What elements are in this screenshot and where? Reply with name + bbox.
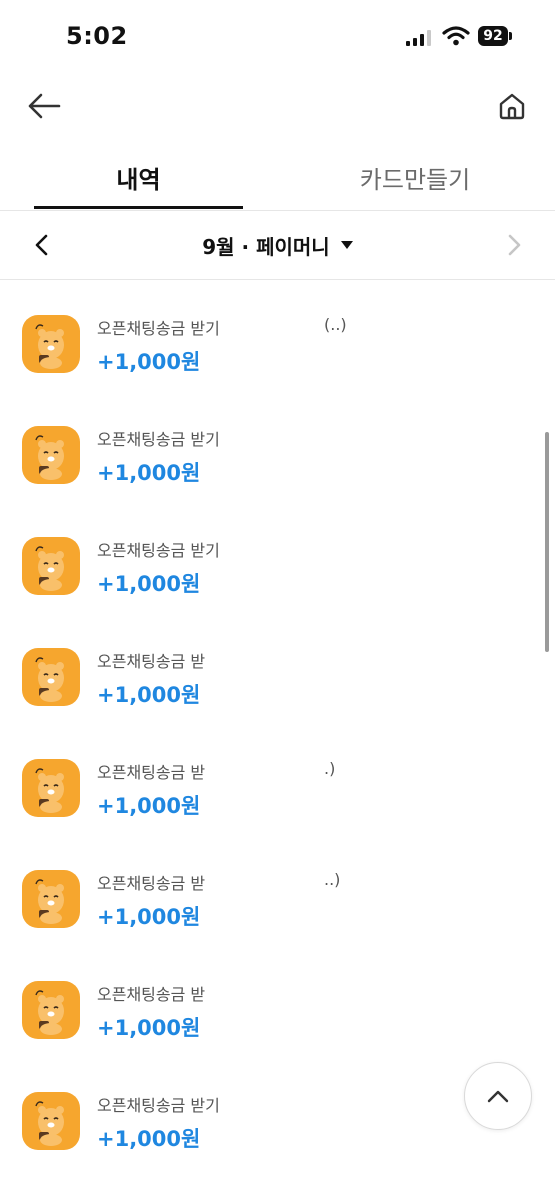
transaction-title: 오픈채팅송금 받기 [97, 319, 220, 338]
transaction-row[interactable]: 오픈채팅송금 받..) +1,000원 [0, 843, 540, 954]
transaction-title: 오픈채팅송금 받기 [97, 541, 220, 560]
transaction-row[interactable]: 오픈채팅송금 받기 (..) +1,000원 [0, 288, 540, 399]
ryan-character-icon [22, 648, 80, 706]
scrollbar[interactable] [545, 432, 549, 652]
transaction-title-suffix: (..) [324, 315, 347, 334]
transaction-title: 오픈채팅송금 받 [97, 652, 206, 671]
back-button[interactable] [22, 84, 66, 128]
ryan-character-icon [22, 759, 80, 817]
chevron-up-icon [487, 1090, 509, 1103]
month-label: 9월 · 페이머니 [202, 234, 330, 259]
top-nav [0, 74, 555, 138]
ryan-character-icon [22, 426, 80, 484]
transaction-amount: +1,000원 [97, 1127, 201, 1151]
transaction-row[interactable]: 오픈채팅송금 받.) +1,000원 [0, 732, 540, 843]
tab-make-card[interactable]: 카드만들기 [276, 146, 554, 208]
ryan-character-icon [22, 870, 80, 928]
home-button[interactable] [490, 84, 534, 128]
transaction-row[interactable]: 오픈채팅송금 받 +1,000원 [0, 954, 540, 1065]
transaction-row[interactable]: 오픈채팅송금 받기 +1,000원 [0, 1065, 540, 1176]
transaction-amount: +1,000원 [97, 683, 201, 707]
transaction-title: 오픈채팅송금 받기 [97, 1096, 220, 1115]
transaction-amount: +1,000원 [97, 572, 201, 596]
prev-month-button[interactable] [22, 225, 62, 265]
transaction-title-suffix: .) [324, 759, 336, 778]
ryan-character-icon [22, 981, 80, 1039]
transaction-amount: +1,000원 [97, 461, 201, 485]
transaction-amount: +1,000원 [97, 1016, 201, 1040]
month-selector-bar: 9월 · 페이머니 [0, 210, 555, 280]
wifi-icon [442, 26, 470, 46]
chevron-left-icon [35, 234, 48, 256]
signal-icon [406, 30, 431, 46]
tab-history[interactable]: 내역 [34, 146, 243, 208]
transaction-amount: +1,000원 [97, 794, 201, 818]
home-icon [499, 93, 525, 120]
transaction-amount: +1,000원 [97, 350, 201, 374]
transaction-amount: +1,000원 [97, 905, 201, 929]
status-bar: 5:02 92 [0, 0, 555, 74]
active-tab-indicator [34, 206, 243, 209]
transaction-title-suffix: ..) [324, 870, 341, 889]
ryan-character-icon [22, 537, 80, 595]
transaction-title: 오픈채팅송금 받 [97, 874, 206, 893]
transaction-title: 오픈채팅송금 받기 [97, 430, 220, 449]
transaction-title: 오픈채팅송금 받 [97, 763, 206, 782]
status-time: 5:02 [66, 22, 128, 50]
scroll-to-top-button[interactable] [464, 1062, 532, 1130]
chevron-right-icon [508, 234, 521, 256]
battery-level: 92 [478, 26, 508, 46]
caret-down-icon [340, 241, 353, 249]
ryan-character-icon [22, 1092, 80, 1150]
transaction-row[interactable]: 오픈채팅송금 받기 +1,000원 [0, 510, 540, 621]
ryan-character-icon [22, 315, 80, 373]
next-month-button[interactable] [494, 225, 534, 265]
arrow-left-icon [28, 93, 61, 119]
transaction-title: 오픈채팅송금 받 [97, 985, 206, 1004]
transaction-row[interactable]: 오픈채팅송금 받기 +1,000원 [0, 399, 540, 510]
tab-bar: 내역 카드만들기 [0, 146, 555, 210]
month-dropdown[interactable]: 9월 · 페이머니 [180, 211, 376, 279]
battery-icon: 92 [478, 26, 514, 46]
transaction-row[interactable]: 오픈채팅송금 받 +1,000원 [0, 621, 540, 732]
